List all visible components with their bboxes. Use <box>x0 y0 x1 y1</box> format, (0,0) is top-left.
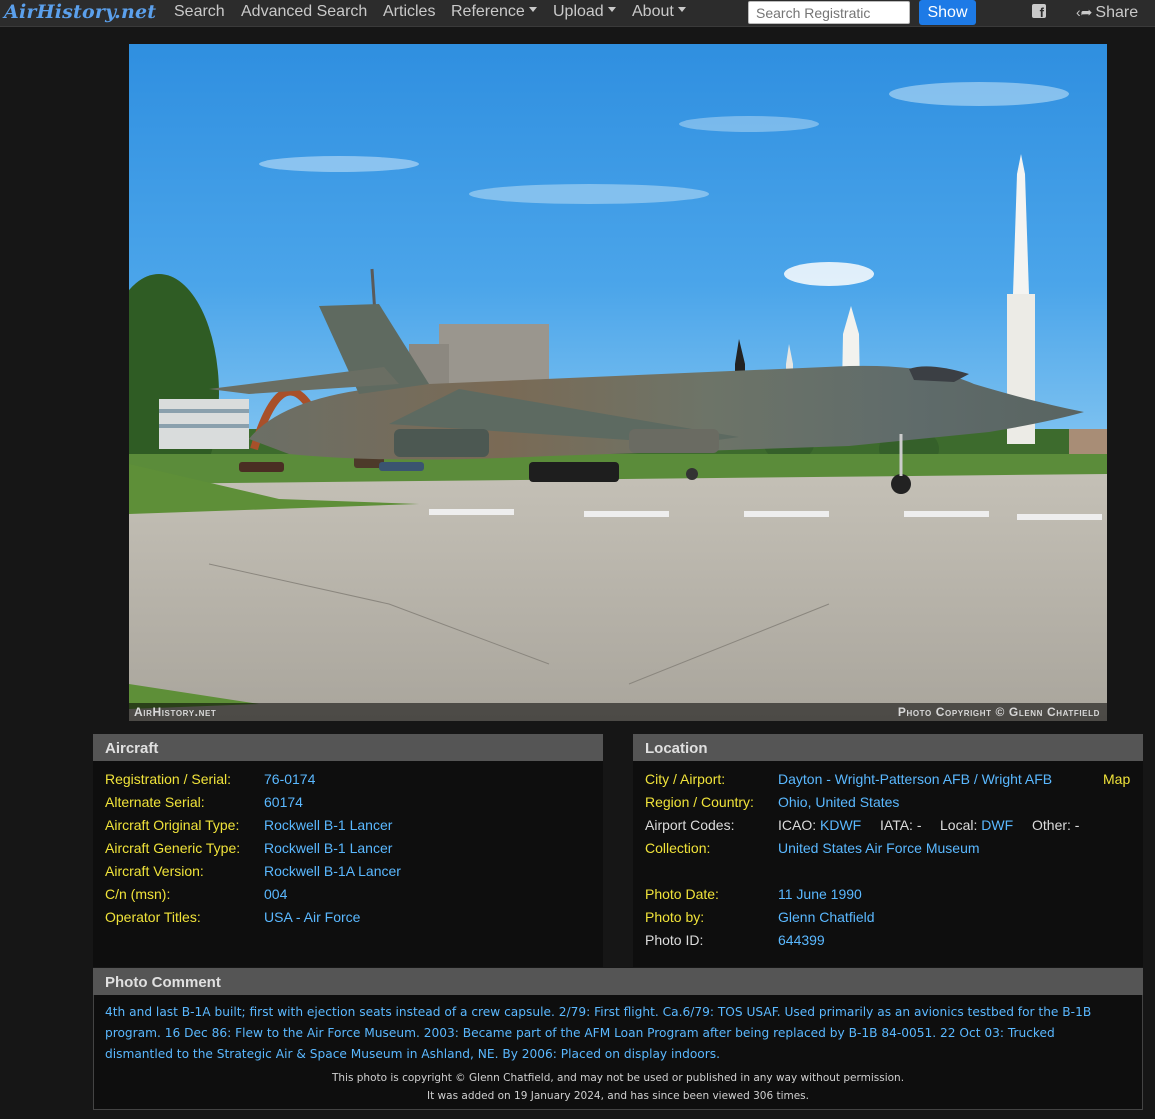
chevron-down-icon <box>677 7 686 13</box>
region-country-value[interactable]: Ohio, United States <box>778 794 899 810</box>
nav-upload[interactable]: Upload <box>553 0 616 26</box>
version-label: Aircraft Version: <box>105 863 204 879</box>
top-navbar: AirHistory.net Search Advanced Search Ar… <box>0 0 1155 27</box>
nav-search[interactable]: Search <box>174 0 225 26</box>
share-label: Share <box>1095 4 1139 21</box>
local-code: Local: DWF <box>940 817 1013 833</box>
local-label: Local: <box>940 817 978 833</box>
generic-type-value[interactable]: Rockwell B-1 Lancer <box>264 840 392 856</box>
registration-value[interactable]: 76-0174 <box>264 771 315 787</box>
comment-panel-heading: Photo Comment <box>93 968 1143 995</box>
facebook-icon[interactable] <box>1032 4 1046 20</box>
city-airport-label: City / Airport: <box>645 771 726 787</box>
watermark-label: AirHistory.net <box>134 705 217 719</box>
map-link[interactable]: Map <box>1103 771 1130 787</box>
photo-id-value[interactable]: 644399 <box>778 932 825 948</box>
nav-about-label: About <box>632 3 674 20</box>
airport-codes-label: Airport Codes: <box>645 817 735 833</box>
aircraft-photo-image <box>129 44 1107 721</box>
nav-advanced-search[interactable]: Advanced Search <box>241 0 367 26</box>
nav-reference[interactable]: Reference <box>451 0 537 26</box>
show-button[interactable]: Show <box>919 0 976 25</box>
chevron-down-icon <box>607 7 616 13</box>
city-airport-value[interactable]: Dayton - Wright-Patterson AFB / Wright A… <box>778 771 1052 787</box>
aircraft-photo[interactable]: AirHistory.net Photo Copyright © Glenn C… <box>129 44 1107 721</box>
photo-copyright-label: Photo Copyright © Glenn Chatfield <box>897 705 1100 719</box>
collection-label: Collection: <box>645 840 711 856</box>
photo-comment-text: 4th and last B-1A built; first with ejec… <box>105 1005 1092 1061</box>
photo-date-label: Photo Date: <box>645 886 719 902</box>
photo-id-label: Photo ID: <box>645 932 704 948</box>
operator-label: Operator Titles: <box>105 909 201 925</box>
version-value[interactable]: Rockwell B-1A Lancer <box>264 863 401 879</box>
nav-about[interactable]: About <box>632 0 686 26</box>
copyright-notice: This photo is copyright © Glenn Chatfiel… <box>331 1072 905 1084</box>
collection-value[interactable]: United States Air Force Museum <box>778 840 980 856</box>
photo-caption-bar: AirHistory.net Photo Copyright © Glenn C… <box>129 703 1107 721</box>
msn-value[interactable]: 004 <box>264 886 287 902</box>
photo-by-value[interactable]: Glenn Chatfield <box>778 909 875 925</box>
photo-date-value[interactable]: 11 June 1990 <box>778 886 862 902</box>
iata-label: IATA: <box>880 817 913 833</box>
local-value[interactable]: DWF <box>981 817 1013 833</box>
photo-by-label: Photo by: <box>645 909 705 925</box>
operator-value[interactable]: USA - Air Force <box>264 909 360 925</box>
site-logo[interactable]: AirHistory.net <box>4 0 156 26</box>
aircraft-panel-heading: Aircraft <box>93 734 603 761</box>
nav-articles[interactable]: Articles <box>383 0 435 26</box>
location-panel <box>633 761 1143 967</box>
other-code: Other: - <box>1032 817 1079 833</box>
original-type-label: Aircraft Original Type: <box>105 817 240 833</box>
iata-code: IATA: - <box>880 817 922 833</box>
alternate-serial-label: Alternate Serial: <box>105 794 205 810</box>
icao-value[interactable]: KDWF <box>820 817 861 833</box>
generic-type-label: Aircraft Generic Type: <box>105 840 241 856</box>
other-value: - <box>1074 817 1080 833</box>
share-icon: ‹➦ <box>1076 4 1093 20</box>
region-country-label: Region / Country: <box>645 794 754 810</box>
registration-label: Registration / Serial: <box>105 771 232 787</box>
other-label: Other: <box>1032 817 1071 833</box>
nav-reference-label: Reference <box>451 3 525 20</box>
share-button[interactable]: ‹➦ Share <box>1076 0 1138 26</box>
location-panel-heading: Location <box>633 734 1143 761</box>
iata-value: - <box>916 817 922 833</box>
alternate-serial-value[interactable]: 60174 <box>264 794 303 810</box>
original-type-value[interactable]: Rockwell B-1 Lancer <box>264 817 392 833</box>
nav-upload-label: Upload <box>553 3 604 20</box>
added-viewed-notice: It was added on 19 January 2024, and has… <box>427 1090 809 1102</box>
chevron-down-icon <box>528 7 537 13</box>
icao-label: ICAO: <box>778 817 817 833</box>
registration-search-input[interactable] <box>748 1 910 24</box>
msn-label: C/n (msn): <box>105 886 171 902</box>
airport-codes: ICAO: KDWF <box>778 817 861 833</box>
